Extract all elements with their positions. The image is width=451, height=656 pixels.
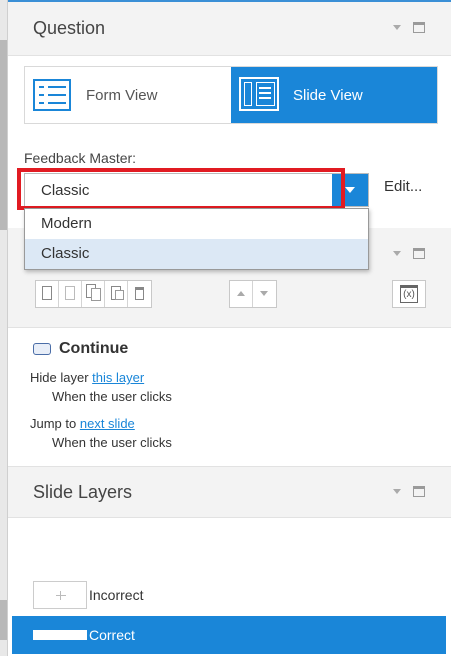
button-object-icon (33, 343, 51, 355)
collapse-caret-icon[interactable] (393, 489, 401, 494)
slide-view-icon (239, 77, 279, 111)
slide-view-button[interactable]: Slide View (231, 67, 437, 123)
option-modern[interactable]: Modern (25, 209, 368, 239)
form-view-icon (33, 79, 71, 111)
slide-layers-header[interactable]: Slide Layers (8, 466, 451, 518)
new-trigger-button[interactable] (36, 281, 59, 307)
arrow-up-icon (237, 291, 245, 296)
layer-name: Incorrect (89, 587, 144, 603)
float-window-icon[interactable] (413, 248, 425, 259)
new-document-icon (42, 286, 52, 300)
trigger-condition: When the user clicks (52, 389, 172, 404)
trigger-action-text: Jump to (30, 416, 80, 431)
variable-icon: (x) (400, 285, 418, 303)
trigger-action-text: Hide layer (30, 370, 93, 385)
edit-trigger-button[interactable] (59, 281, 82, 307)
next-slide-link[interactable]: next slide (80, 416, 135, 431)
paste-trigger-button[interactable] (105, 281, 128, 307)
reorder-toolbar (229, 280, 277, 308)
float-window-icon[interactable] (413, 22, 425, 33)
layer-correct[interactable]: Correct (12, 616, 446, 654)
question-panel-header[interactable]: Question (8, 2, 451, 56)
form-view-label: Form View (86, 86, 158, 104)
layer-thumbnail (33, 581, 87, 609)
trigger-condition: When the user clicks (52, 435, 172, 450)
feedback-master-select[interactable]: Classic (24, 173, 369, 207)
trigger-toolbar (35, 280, 152, 308)
layer-thumbnail (33, 630, 87, 640)
arrow-down-icon (260, 291, 268, 296)
collapse-caret-icon[interactable] (393, 25, 401, 30)
trash-icon (135, 287, 144, 300)
delete-trigger-button[interactable] (128, 281, 151, 307)
edit-icon (65, 286, 75, 300)
edit-feedback-master-button[interactable]: Edit... (384, 178, 422, 195)
feedback-master-label: Feedback Master: (24, 150, 137, 166)
trigger-object-name: Continue (59, 340, 129, 357)
view-toggle: Form View Slide View (24, 66, 438, 124)
feedback-master-options: Modern Classic (24, 208, 369, 270)
this-layer-link[interactable]: this layer (92, 370, 144, 385)
trigger-button-item[interactable]: Continue (33, 340, 128, 358)
layer-incorrect[interactable]: Incorrect (12, 576, 446, 614)
float-window-icon[interactable] (413, 486, 425, 497)
left-pane-edge (0, 0, 8, 656)
slide-layers-title: Slide Layers (33, 482, 133, 502)
collapse-caret-icon[interactable] (393, 251, 401, 256)
form-view-button[interactable]: Form View (25, 67, 231, 123)
dropdown-arrow-icon[interactable] (332, 174, 368, 206)
option-classic[interactable]: Classic (25, 239, 368, 269)
layer-name: Correct (89, 627, 135, 643)
move-up-button[interactable] (230, 281, 253, 307)
feedback-master-value: Classic (41, 182, 90, 199)
trigger-action: Hide layer this layer (30, 370, 144, 385)
left-scroll-shadow (0, 40, 7, 230)
left-scroll-shadow-bottom (0, 600, 7, 640)
move-down-button[interactable] (253, 281, 276, 307)
question-panel-title: Question (33, 18, 106, 38)
trigger-action: Jump to next slide (30, 416, 135, 431)
slide-view-label: Slide View (293, 86, 363, 104)
variables-button[interactable]: (x) (392, 280, 426, 308)
copy-trigger-button[interactable] (82, 281, 105, 307)
